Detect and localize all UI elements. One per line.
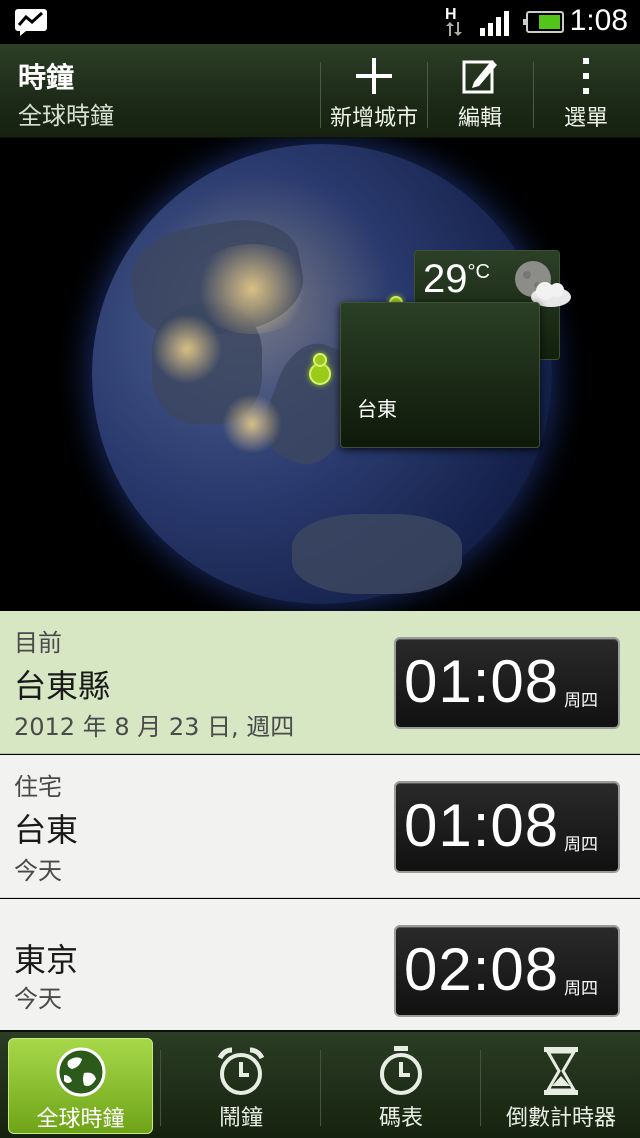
divider — [320, 62, 321, 128]
bottom-tab-bar: 全球時鐘 鬧鐘 碼表 倒數計時器 — [0, 1030, 640, 1138]
messenger-icon — [15, 9, 47, 36]
row-date: 今天 — [14, 857, 62, 885]
row-city-name: 台東 — [14, 811, 79, 849]
land-mass — [292, 514, 462, 594]
world-globe-view[interactable]: 29°C 台東 — [0, 138, 640, 611]
city-info-card[interactable]: 台東 — [340, 302, 540, 448]
row-city-name: 東京 — [14, 941, 79, 979]
app-title: 時鐘 — [18, 61, 75, 94]
tab-label: 碼表 — [378, 1106, 423, 1131]
city-lights — [192, 244, 312, 334]
edit-button[interactable]: 編輯 — [428, 44, 532, 138]
row-date: 2012 年 8 月 23 日, 週四 — [14, 713, 295, 741]
stopwatch-icon — [380, 1046, 422, 1095]
menu-label: 選單 — [563, 106, 608, 131]
city-lights — [152, 314, 222, 384]
clock-time: 01:08 — [404, 792, 560, 859]
tab-timer[interactable]: 倒數計時器 — [481, 1038, 640, 1134]
city-row-tokyo[interactable]: 東京 今天 02:08 周四 — [0, 899, 640, 1030]
network-type-icon: H — [445, 6, 462, 36]
add-city-button[interactable]: 新增城市 — [322, 44, 426, 138]
row-date: 今天 — [14, 985, 62, 1013]
row-city-name: 台東縣 — [14, 667, 111, 705]
digital-clock: 01:08 周四 — [394, 781, 620, 873]
tab-label: 鬧鐘 — [218, 1106, 263, 1131]
tab-world-clock[interactable]: 全球時鐘 — [8, 1038, 153, 1134]
menu-button[interactable]: 選單 — [534, 44, 638, 138]
digital-clock: 01:08 周四 — [394, 637, 620, 729]
weather-temperature: 29°C — [423, 257, 490, 301]
battery-icon — [523, 11, 564, 33]
row-label: 住宅 — [14, 773, 62, 801]
action-bar: 時鐘 全球時鐘 新增城市 編輯 選單 — [0, 44, 640, 138]
svg-text:H: H — [445, 6, 457, 23]
signal-icon — [480, 11, 509, 36]
hourglass-icon — [544, 1047, 578, 1095]
digital-clock: 02:08 周四 — [394, 925, 620, 1017]
city-row-current[interactable]: 目前 台東縣 2012 年 8 月 23 日, 週四 01:08 周四 — [0, 611, 640, 754]
city-card-name: 台東 — [357, 397, 397, 421]
status-clock: 1:08 — [569, 4, 628, 37]
tab-stopwatch[interactable]: 碼表 — [321, 1038, 481, 1134]
tab-label: 全球時鐘 — [36, 1107, 125, 1132]
alarm-clock-icon — [217, 1047, 265, 1095]
clock-time: 02:08 — [404, 936, 560, 1003]
clock-weekday: 周四 — [564, 835, 598, 855]
clock-time: 01:08 — [404, 648, 560, 715]
edit-label: 編輯 — [457, 106, 502, 131]
app-subtitle: 全球時鐘 — [18, 102, 114, 130]
tab-label: 倒數計時器 — [505, 1106, 616, 1131]
city-lights — [222, 394, 282, 454]
clock-weekday: 周四 — [564, 979, 598, 999]
globe-icon — [56, 1047, 105, 1097]
tab-alarm[interactable]: 鬧鐘 — [161, 1038, 321, 1134]
city-pin[interactable] — [313, 353, 327, 367]
menu-dots-icon — [583, 58, 589, 94]
row-label: 目前 — [14, 629, 62, 657]
plus-icon — [356, 58, 392, 94]
clock-weekday: 周四 — [564, 691, 598, 711]
edit-icon — [462, 60, 497, 94]
add-city-label: 新增城市 — [329, 106, 418, 131]
city-row-home[interactable]: 住宅 台東 今天 01:08 周四 — [0, 755, 640, 898]
status-bar: H 1:08 — [0, 0, 640, 44]
